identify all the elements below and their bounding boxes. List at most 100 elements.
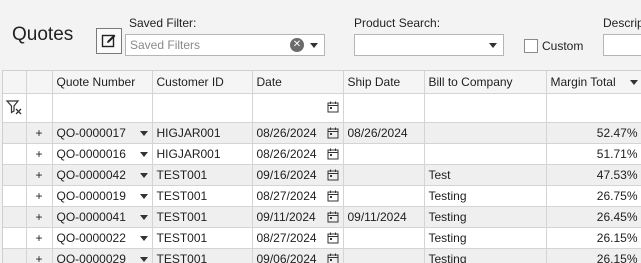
clear-filter-cell[interactable] — [3, 94, 26, 123]
col-header-bill-to-company[interactable]: Bill to Company — [424, 71, 546, 94]
filter-customer-id[interactable] — [152, 94, 252, 123]
cell-ship-date[interactable] — [343, 249, 424, 263]
cell-bill-to-company[interactable]: Testing — [424, 228, 546, 249]
cell-margin-total[interactable]: 26.15% — [546, 249, 641, 263]
cell-customer-id[interactable]: TEST001 — [152, 207, 252, 228]
cell-customer-id[interactable]: TEST001 — [152, 228, 252, 249]
table-row[interactable]: +QO-0000042TEST00109/16/2024 Test47.53% — [3, 165, 641, 186]
chevron-down-icon[interactable] — [489, 43, 497, 48]
cell-quote-number[interactable]: QO-0000041 — [52, 207, 152, 228]
custom-checkbox[interactable] — [524, 39, 538, 53]
chevron-down-icon[interactable] — [140, 173, 148, 178]
calendar-icon[interactable] — [327, 190, 339, 202]
cell-bill-to-company[interactable] — [424, 144, 546, 165]
chevron-down-icon[interactable] — [140, 194, 148, 199]
filter-bill-to-company[interactable] — [424, 94, 546, 123]
cell-customer-id[interactable]: HIGJAR001 — [152, 123, 252, 144]
table-row[interactable]: +QO-0000022TEST00108/27/2024 Testing26.15… — [3, 228, 641, 249]
chevron-down-icon[interactable] — [140, 257, 148, 262]
cell-date[interactable]: 08/26/2024 — [252, 123, 343, 144]
cell-margin-total[interactable]: 26.15% — [546, 228, 641, 249]
chevron-down-icon[interactable] — [140, 152, 148, 157]
cell-date[interactable]: 09/16/2024 — [252, 165, 343, 186]
col-header-ship-date[interactable]: Ship Date — [343, 71, 424, 94]
calendar-icon[interactable] — [327, 101, 339, 113]
table-row[interactable]: +QO-0000041TEST00109/11/202409/11/2024Te… — [3, 207, 641, 228]
col-header-margin-total[interactable]: Margin Total — [546, 71, 641, 94]
chevron-down-icon[interactable] — [140, 131, 148, 136]
expand-button[interactable]: + — [26, 249, 52, 263]
edit-filter-button[interactable] — [96, 28, 122, 54]
cell-margin-total[interactable]: 26.45% — [546, 207, 641, 228]
expand-button[interactable]: + — [26, 228, 52, 249]
chevron-down-icon[interactable] — [140, 215, 148, 220]
cell-date[interactable]: 09/06/2024 — [252, 249, 343, 263]
cell-bill-to-company[interactable]: Test — [424, 165, 546, 186]
expand-button[interactable]: + — [26, 123, 52, 144]
expand-button[interactable]: + — [26, 144, 52, 165]
expand-button[interactable]: + — [26, 165, 52, 186]
table-row[interactable]: +QO-0000029TEST00109/06/2024 Testing26.15… — [3, 249, 641, 263]
cell-ship-date[interactable]: 08/26/2024 — [343, 123, 424, 144]
cell-ship-date[interactable] — [343, 186, 424, 207]
cell-bill-to-company[interactable]: Testing — [424, 207, 546, 228]
calendar-icon[interactable] — [327, 232, 339, 244]
chevron-down-icon[interactable] — [140, 236, 148, 241]
cell-ship-date[interactable] — [343, 144, 424, 165]
saved-filter-placeholder: Saved Filters — [126, 38, 290, 52]
cell-quote-number[interactable]: QO-0000042 — [52, 165, 152, 186]
cell-margin-total[interactable]: 26.75% — [546, 186, 641, 207]
table-row[interactable]: +QO-0000017HIGJAR00108/26/202408/26/2024… — [3, 123, 641, 144]
row-header[interactable] — [3, 228, 26, 249]
calendar-icon[interactable] — [327, 169, 339, 181]
expand-button[interactable]: + — [26, 207, 52, 228]
clear-icon[interactable]: ✕ — [290, 38, 304, 52]
cell-quote-number[interactable]: QO-0000022 — [52, 228, 152, 249]
filter-ship-date[interactable] — [343, 94, 424, 123]
cell-margin-total[interactable]: 47.53% — [546, 165, 641, 186]
cell-date[interactable]: 08/26/2024 — [252, 144, 343, 165]
cell-quote-number[interactable]: QO-0000016 — [52, 144, 152, 165]
chevron-down-icon[interactable] — [310, 43, 318, 48]
cell-bill-to-company[interactable] — [424, 123, 546, 144]
cell-ship-date[interactable]: 09/11/2024 — [343, 207, 424, 228]
row-header[interactable] — [3, 144, 26, 165]
filter-date[interactable] — [252, 94, 343, 123]
col-header-date[interactable]: Date — [252, 71, 343, 94]
expand-button[interactable]: + — [26, 186, 52, 207]
product-search-combo[interactable] — [354, 34, 504, 56]
calendar-icon[interactable] — [327, 148, 339, 160]
cell-customer-id[interactable]: HIGJAR001 — [152, 144, 252, 165]
row-header[interactable] — [3, 123, 26, 144]
cell-date[interactable]: 09/11/2024 — [252, 207, 343, 228]
cell-date[interactable]: 08/27/2024 — [252, 186, 343, 207]
cell-customer-id[interactable]: TEST001 — [152, 249, 252, 263]
cell-quote-number[interactable]: QO-0000017 — [52, 123, 152, 144]
filter-margin-total[interactable] — [546, 94, 641, 123]
table-row[interactable]: +QO-0000019TEST00108/27/2024 Testing26.75… — [3, 186, 641, 207]
col-header-customer-id[interactable]: Customer ID — [152, 71, 252, 94]
row-header[interactable] — [3, 165, 26, 186]
description-input[interactable] — [603, 34, 641, 56]
cell-customer-id[interactable]: TEST001 — [152, 165, 252, 186]
table-row[interactable]: +QO-0000016HIGJAR00108/26/2024 51.71% — [3, 144, 641, 165]
row-header[interactable] — [3, 186, 26, 207]
cell-quote-number[interactable]: QO-0000029 — [52, 249, 152, 263]
cell-ship-date[interactable] — [343, 228, 424, 249]
cell-customer-id[interactable]: TEST001 — [152, 186, 252, 207]
saved-filter-combo[interactable]: Saved Filters ✕ — [125, 34, 325, 56]
cell-bill-to-company[interactable]: Testing — [424, 249, 546, 263]
cell-margin-total[interactable]: 51.71% — [546, 144, 641, 165]
filter-quote-number[interactable] — [52, 94, 152, 123]
cell-date[interactable]: 08/27/2024 — [252, 228, 343, 249]
cell-ship-date[interactable] — [343, 165, 424, 186]
calendar-icon[interactable] — [327, 211, 339, 223]
cell-margin-total[interactable]: 52.47% — [546, 123, 641, 144]
cell-quote-number[interactable]: QO-0000019 — [52, 186, 152, 207]
row-header[interactable] — [3, 249, 26, 263]
calendar-icon[interactable] — [327, 127, 339, 139]
filter-clear-icon[interactable] — [5, 98, 23, 116]
cell-bill-to-company[interactable]: Testing — [424, 186, 546, 207]
col-header-quote-number[interactable]: Quote Number — [52, 71, 152, 94]
row-header[interactable] — [3, 207, 26, 228]
